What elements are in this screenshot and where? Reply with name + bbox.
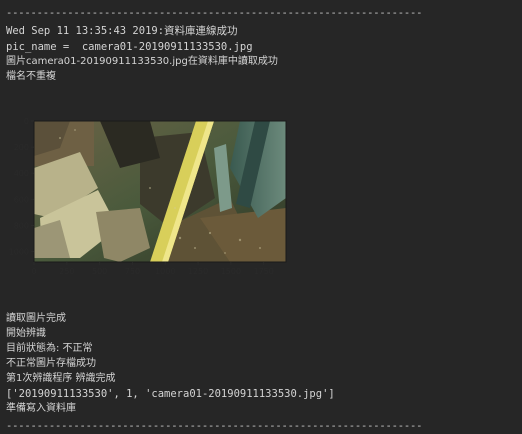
output-line-4: 檔名不重複: [6, 71, 56, 82]
x-tick-label: 0: [31, 267, 36, 276]
output-line-10: ['20190911133530', 1, 'camera01-20190911…: [6, 388, 335, 400]
x-tick-label: 1500: [221, 267, 241, 276]
y-tick-label: 400: [14, 169, 29, 178]
y-tick-label: 200: [14, 143, 29, 152]
y-tick-label: 0: [24, 117, 29, 126]
output-line-1: Wed Sep 11 13:35:43 2019:資料庫連線成功: [6, 25, 238, 37]
output-line-5: 讀取圖片完成: [6, 313, 66, 324]
output-line-8: 不正常圖片存檔成功: [6, 358, 96, 369]
x-tick-label: 1250: [188, 267, 208, 276]
image-plot: 0 250 500 750 1000 1250 1500 1750 0 200 400 600 800…: [9, 117, 287, 276]
output-line-7: 目前狀態為: 不正常: [6, 343, 93, 354]
output-line-11: 準備寫入資料庫: [6, 403, 76, 414]
photo-image: [33, 120, 287, 263]
output-line-9: 第1次辨識程序 辨識完成: [6, 373, 116, 384]
y-axis: 0 200 400 600 800 1000: [9, 117, 34, 257]
x-tick-label: 250: [59, 267, 74, 276]
output-line-6: 開始辨識: [6, 328, 46, 339]
separator-bottom: ----------------------------------------…: [6, 421, 423, 431]
x-tick-label: 1000: [155, 267, 175, 276]
output-line-2: pic_name = camera01-20190911133530.jpg: [6, 41, 253, 53]
separator-top: ----------------------------------------…: [6, 8, 423, 18]
x-tick-label: 750: [125, 267, 140, 276]
output-line-3: 圖片camera01-20190911133530.jpg在資料庫中讀取成功: [6, 56, 278, 67]
y-tick-label: 1000: [9, 248, 29, 257]
x-tick-label: 500: [92, 267, 107, 276]
x-axis: 0 250 500 750 1000 1250 1500 1750: [31, 262, 274, 276]
y-tick-label: 600: [14, 195, 29, 204]
y-tick-label: 800: [14, 221, 29, 230]
x-tick-label: 1750: [254, 267, 274, 276]
